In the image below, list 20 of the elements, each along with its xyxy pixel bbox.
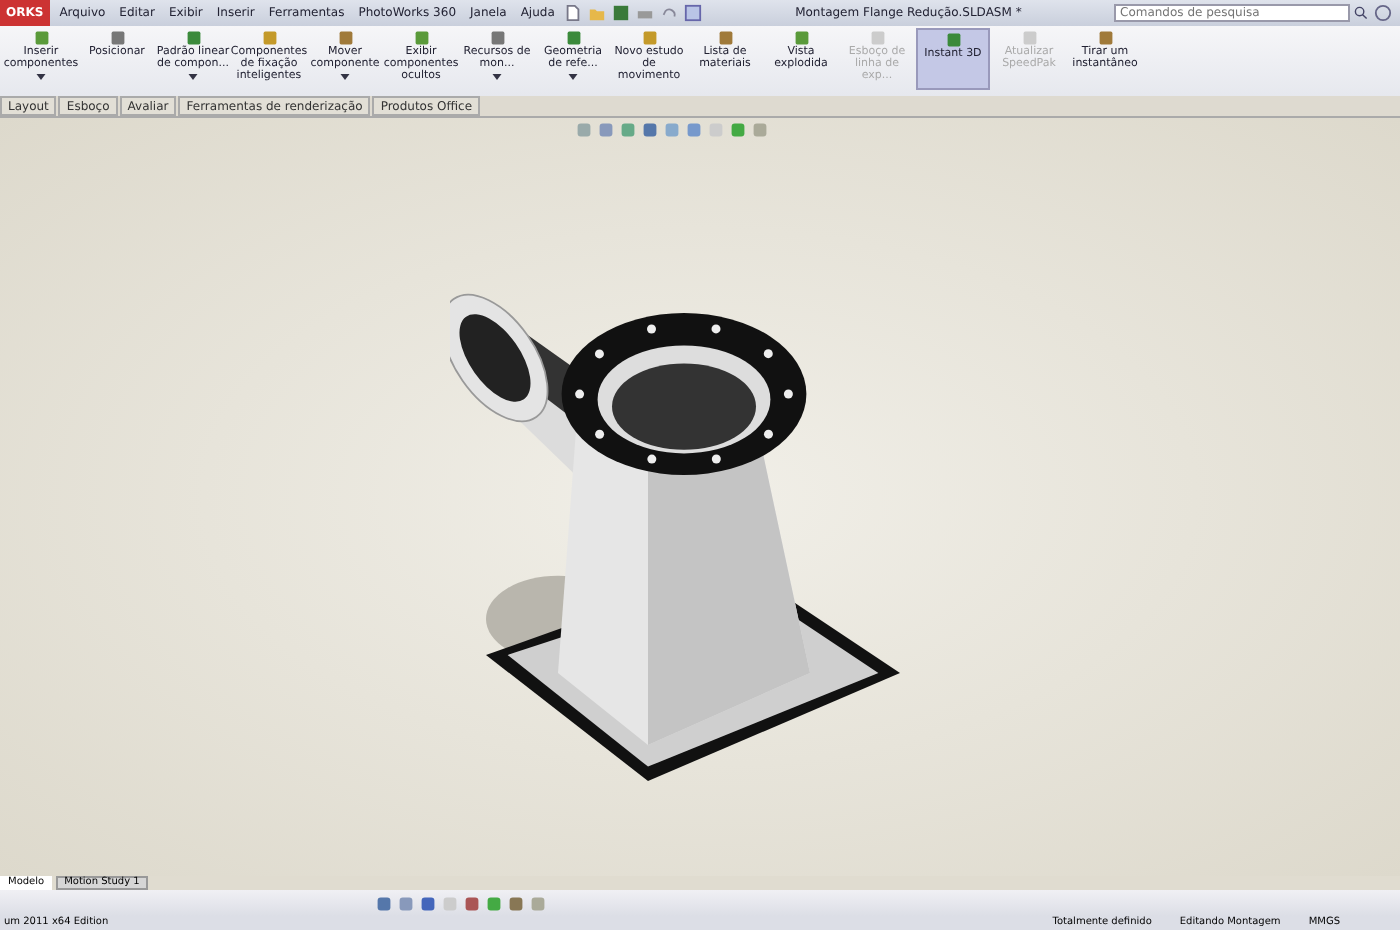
tool-icon	[945, 32, 961, 48]
tool-icon	[869, 30, 885, 46]
tool-icon	[1097, 30, 1113, 46]
tool-icon	[109, 30, 125, 46]
tool-icon	[337, 30, 353, 46]
select-icon[interactable]	[684, 4, 703, 22]
save-icon[interactable]	[612, 4, 631, 22]
tool-icon	[717, 30, 733, 46]
tool-icon	[185, 30, 201, 46]
search-icon	[1354, 6, 1368, 20]
tool-icon	[33, 30, 49, 46]
tool-icon	[565, 30, 581, 46]
tool-icon	[489, 30, 505, 46]
tool-icon	[261, 30, 277, 46]
tool-icon	[413, 30, 429, 46]
undo-icon[interactable]	[660, 4, 679, 22]
tool-icon	[793, 30, 809, 46]
new-document-icon[interactable]	[564, 4, 583, 22]
tool-icon	[641, 30, 657, 46]
tool-icon	[1021, 30, 1037, 46]
